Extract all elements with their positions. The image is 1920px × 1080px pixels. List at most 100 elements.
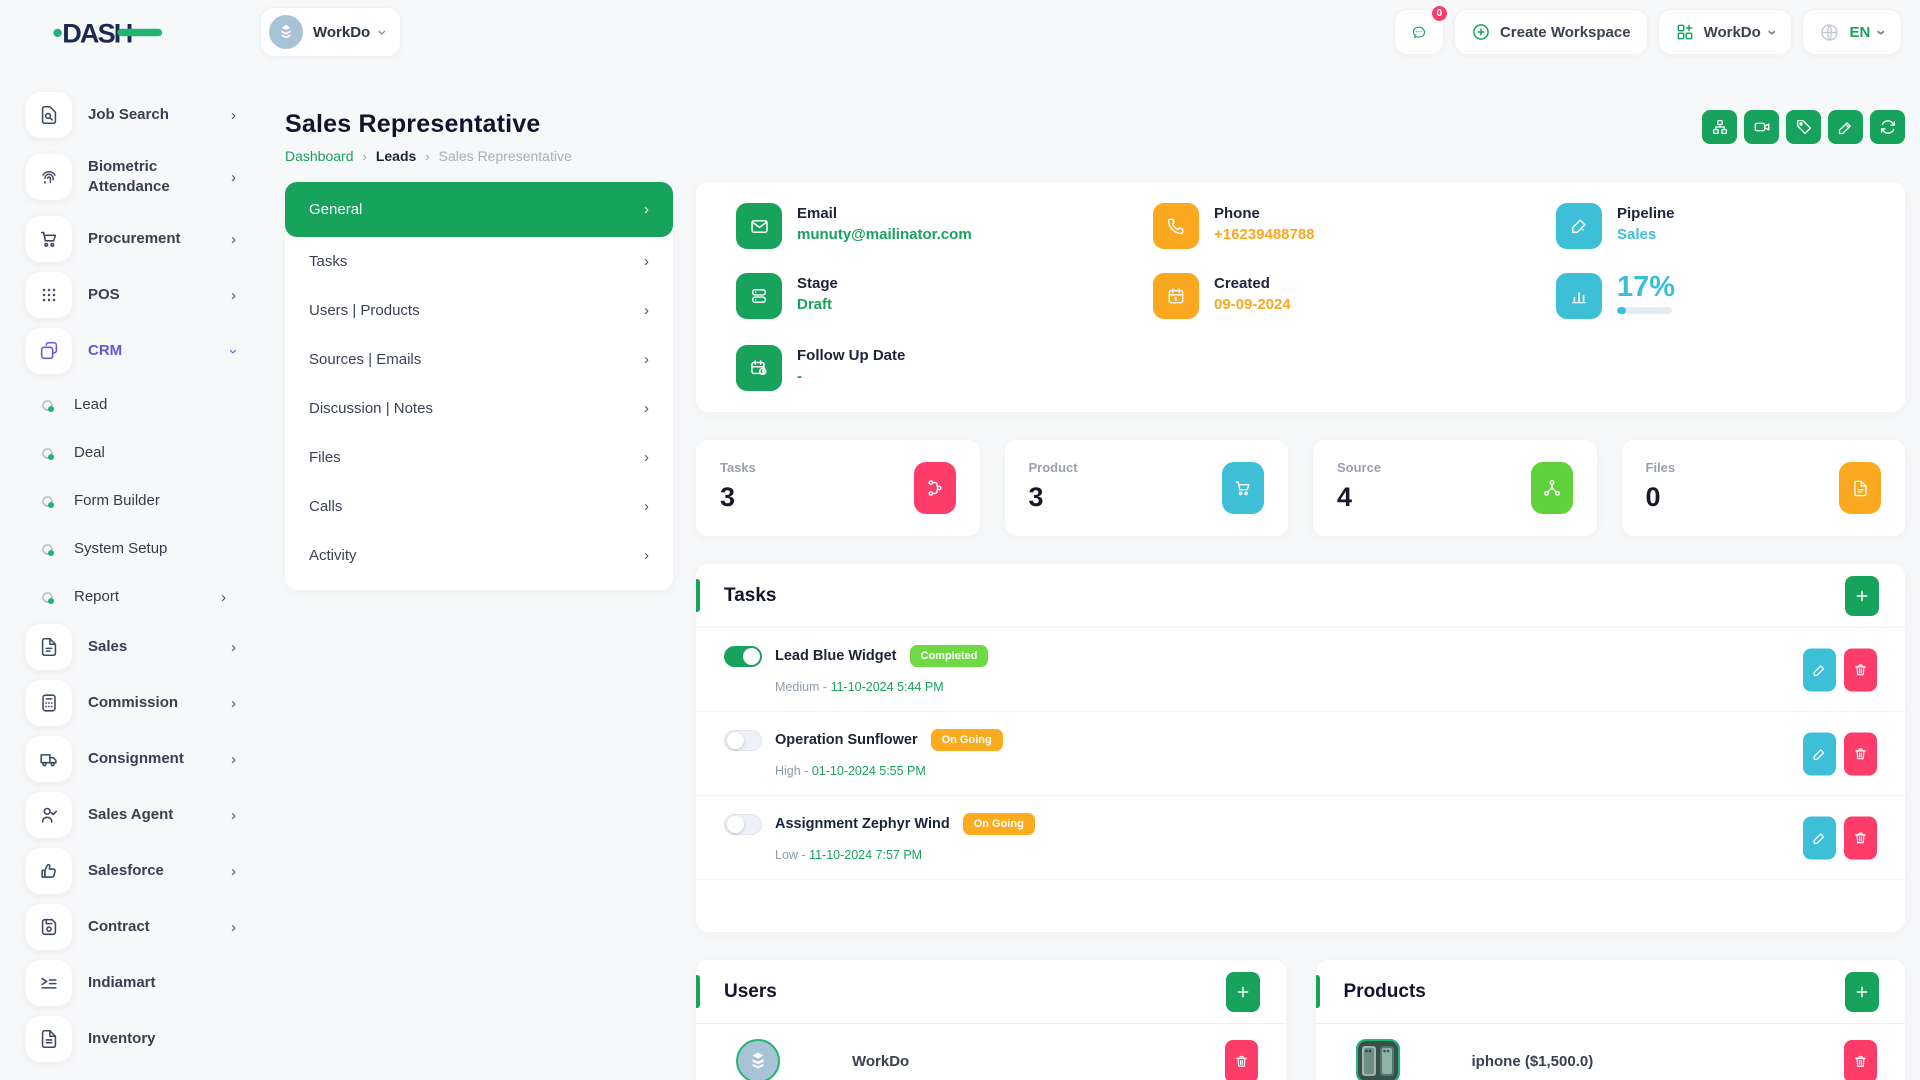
sidebar-item-commission[interactable]: Commission [26, 677, 236, 729]
breadcrumb-separator [363, 149, 367, 164]
sidebar-item-biometric-attendance[interactable]: Biometric Attendance [26, 145, 236, 209]
sidebar-subitem-form-builder[interactable]: Form Builder [26, 477, 236, 525]
add-product-button[interactable] [1845, 972, 1879, 1012]
task-complete-toggle[interactable] [724, 646, 762, 667]
edit-lead-button[interactable] [1828, 110, 1863, 144]
breadcrumb-leads[interactable]: Leads [376, 148, 416, 164]
chat-bubble-icon [1411, 21, 1427, 44]
label-button[interactable] [1786, 110, 1821, 144]
sidebar-item-indiamart[interactable]: Indiamart [26, 957, 236, 1009]
sidebar-subitem-report[interactable]: Report [26, 573, 236, 621]
stat-card-source: Source 4 [1313, 440, 1597, 536]
chevron-right-icon [231, 639, 236, 656]
workspace-avatar [269, 15, 303, 49]
add-user-button[interactable] [1226, 972, 1260, 1012]
user-row: WorkDo [696, 1024, 1286, 1080]
convert-button[interactable] [1870, 110, 1905, 144]
menu-item-discussion-notes[interactable]: Discussion | Notes [285, 384, 673, 433]
truck-icon [26, 736, 72, 782]
product-name: iphone ($1,500.0) [1472, 1053, 1594, 1070]
menu-item-sources-emails[interactable]: Sources | Emails [285, 335, 673, 384]
server-icon [736, 273, 782, 319]
breadcrumb-separator [425, 149, 429, 164]
edit-task-button[interactable] [1803, 732, 1836, 775]
file-icon [26, 624, 72, 670]
app-logo[interactable]: DASH [0, 12, 260, 52]
file-icon [1839, 462, 1881, 514]
sidebar-item-consignment[interactable]: Consignment [26, 733, 236, 785]
chevron-right-icon [231, 231, 236, 248]
pen-icon [1556, 203, 1602, 249]
menu-item-users-products[interactable]: Users | Products [285, 286, 673, 335]
menu-item-files[interactable]: Files [285, 433, 673, 482]
sidebar-subitem-system-setup[interactable]: System Setup [26, 525, 236, 573]
sitemap-icon [1711, 118, 1729, 136]
stats-row: Tasks 3 Product 3 Source 4 [696, 440, 1905, 536]
users-section: Users WorkDo [696, 960, 1286, 1080]
delete-task-button[interactable] [1844, 732, 1877, 775]
followup-value: - [797, 368, 905, 385]
task-complete-toggle[interactable] [724, 814, 762, 835]
menu-item-tasks[interactable]: Tasks [285, 237, 673, 286]
grid-dots-icon [26, 272, 72, 318]
building-icon [276, 22, 296, 42]
workspace-menu-button[interactable]: WorkDo [1658, 9, 1793, 55]
create-workspace-button[interactable]: Create Workspace [1454, 9, 1648, 55]
menu-item-general[interactable]: General [285, 182, 673, 237]
notification-badge: 0 [1430, 4, 1449, 23]
bullet-icon [42, 592, 53, 603]
meeting-button[interactable] [1744, 110, 1779, 144]
sidebar-item-inventory[interactable]: Inventory [26, 1013, 236, 1065]
menu-item-activity[interactable]: Activity [285, 531, 673, 580]
chevron-down-icon [231, 343, 236, 360]
sidebar-item-pos[interactable]: POS [26, 269, 236, 321]
add-task-button[interactable] [1845, 576, 1879, 616]
edit-task-button[interactable] [1803, 816, 1836, 859]
breadcrumb-dashboard[interactable]: Dashboard [285, 148, 354, 164]
sidebar-item-contract[interactable]: Contract [26, 901, 236, 953]
trash-icon [1853, 1054, 1868, 1069]
messages-button[interactable]: 0 [1394, 9, 1444, 55]
sidebar-subitem-deal[interactable]: Deal [26, 429, 236, 477]
sidebar-subitem-lead[interactable]: Lead [26, 381, 236, 429]
sidebar-item-crm[interactable]: CRM [26, 325, 236, 377]
model-button[interactable] [1702, 110, 1737, 144]
trash-icon [1853, 746, 1868, 761]
bullet-icon [42, 544, 53, 555]
info-follow-up: Follow Up Date - [736, 345, 1153, 394]
sidebar-item-salesforce[interactable]: Salesforce [26, 845, 236, 897]
menu-item-calls[interactable]: Calls [285, 482, 673, 531]
sidebar-item-sales[interactable]: Sales [26, 621, 236, 673]
product-row: iphone ($1,500.0) [1316, 1024, 1906, 1080]
chevron-right-icon [644, 201, 649, 218]
task-complete-toggle[interactable] [724, 730, 762, 751]
info-created: Created 09-09-2024 [1153, 273, 1556, 345]
info-phone: Phone +16239488788 [1153, 203, 1556, 273]
info-email: Email munuty@mailinator.com [736, 203, 1153, 273]
workspace-name: WorkDo [313, 24, 370, 41]
products-section-title: Products [1344, 981, 1426, 1003]
sidebar-item-procurement[interactable]: Procurement [26, 213, 236, 265]
sidebar-item-sales-agent[interactable]: Sales Agent [26, 789, 236, 841]
playlist-icon [26, 960, 72, 1006]
plus-circle-icon [1471, 22, 1491, 42]
phone-value: +16239488788 [1214, 226, 1315, 243]
tasks-section-title: Tasks [724, 585, 776, 607]
pipeline-value: Sales [1617, 226, 1675, 243]
pencil-icon [1812, 746, 1827, 761]
calculator-icon [26, 680, 72, 726]
remove-product-button[interactable] [1844, 1040, 1877, 1080]
language-selector[interactable]: EN [1802, 9, 1902, 55]
edit-task-button[interactable] [1803, 648, 1836, 691]
lead-info-card: Email munuty@mailinator.com Phone +16239… [696, 182, 1905, 412]
delete-task-button[interactable] [1844, 816, 1877, 859]
sidebar-item-job-search[interactable]: Job Search [26, 89, 236, 141]
pencil-icon [1812, 830, 1827, 845]
top-header: DASH WorkDo 0 Create Workspace WorkDo [0, 0, 1920, 64]
remove-user-button[interactable] [1225, 1040, 1258, 1080]
workspace-selector[interactable]: WorkDo [260, 7, 401, 57]
delete-task-button[interactable] [1844, 648, 1877, 691]
cart-icon [26, 216, 72, 262]
plus-icon [1235, 984, 1251, 1000]
chevron-right-icon [231, 863, 236, 880]
